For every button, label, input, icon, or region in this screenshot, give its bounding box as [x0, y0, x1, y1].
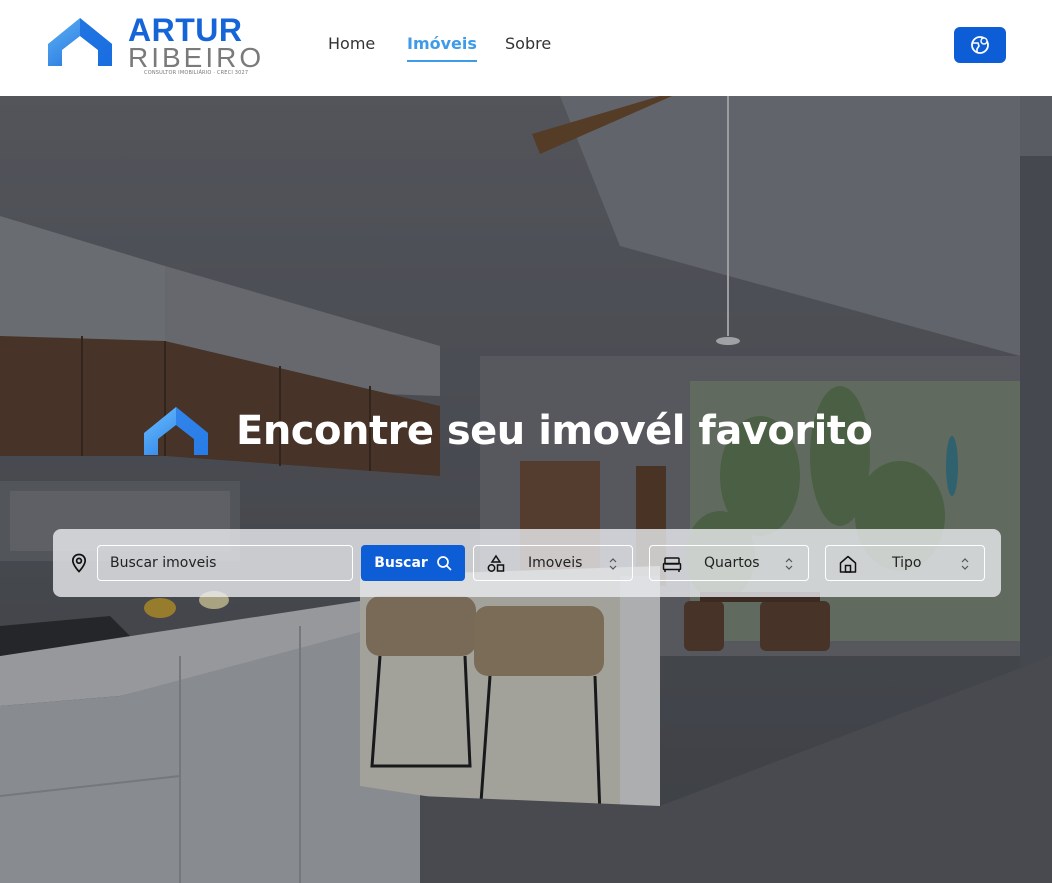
nav-imoveis-label: Imóveis	[407, 34, 477, 53]
shapes-icon	[487, 554, 505, 572]
house-roof-logo-icon	[48, 18, 112, 66]
search-button[interactable]: Buscar	[361, 545, 465, 581]
chevron-up-down-icon	[609, 558, 617, 570]
filter-quartos-label: Quartos	[704, 555, 760, 571]
filter-imoveis-label: Imoveis	[528, 555, 583, 571]
nav-active-underline	[407, 60, 477, 62]
chevron-up-down-icon	[785, 558, 793, 570]
filter-imoveis-select[interactable]: Imoveis	[473, 545, 633, 581]
hero-title: Encontre seu imovél favorito	[236, 408, 873, 454]
filter-tipo-label: Tipo	[892, 555, 922, 571]
property-search-bar: Buscar Imoveis	[53, 529, 1001, 597]
filter-tipo-select[interactable]: Tipo	[825, 545, 985, 581]
map-pin-icon	[71, 553, 87, 573]
house-roof-logo-icon	[144, 407, 208, 455]
search-input[interactable]	[97, 545, 353, 581]
nav-sobre[interactable]: Sobre	[505, 34, 551, 53]
filter-quartos-select[interactable]: Quartos	[649, 545, 809, 581]
logo-tagline: CONSULTOR IMOBILIÁRIO · CRECI 3027	[144, 70, 249, 76]
hero-heading: Encontre seu imovél favorito	[144, 396, 873, 466]
nav-home[interactable]: Home	[328, 34, 375, 53]
hero-section: Encontre seu imovél favorito Buscar Imov…	[0, 96, 1052, 883]
site-header: ARTUR RIBEIRO CONSULTOR IMOBILIÁRIO · CR…	[0, 0, 1052, 96]
search-button-label: Buscar	[374, 555, 428, 571]
chevron-up-down-icon	[961, 558, 969, 570]
logo[interactable]: ARTUR RIBEIRO CONSULTOR IMOBILIÁRIO · CR…	[48, 12, 261, 78]
home-icon	[839, 555, 857, 573]
search-icon	[436, 556, 452, 571]
hero-dark-overlay	[0, 96, 1052, 883]
nav-imoveis[interactable]: Imóveis	[407, 34, 477, 62]
bed-icon	[662, 557, 682, 572]
globe-icon	[971, 36, 989, 54]
language-button[interactable]	[954, 27, 1006, 63]
